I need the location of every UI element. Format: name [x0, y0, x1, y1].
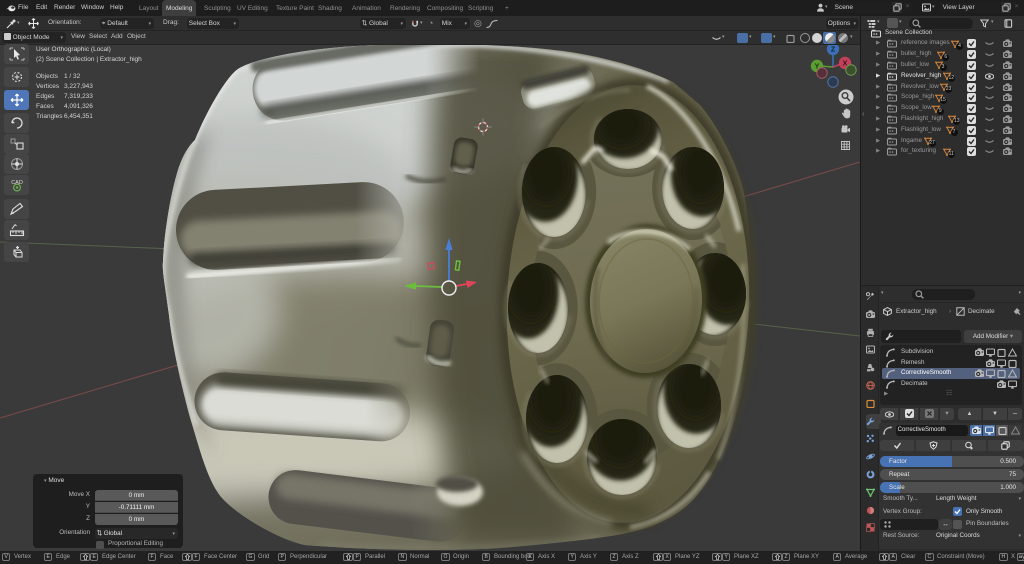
svg-text:CAD: CAD	[11, 180, 23, 186]
svg-text:Z: Z	[831, 47, 836, 54]
